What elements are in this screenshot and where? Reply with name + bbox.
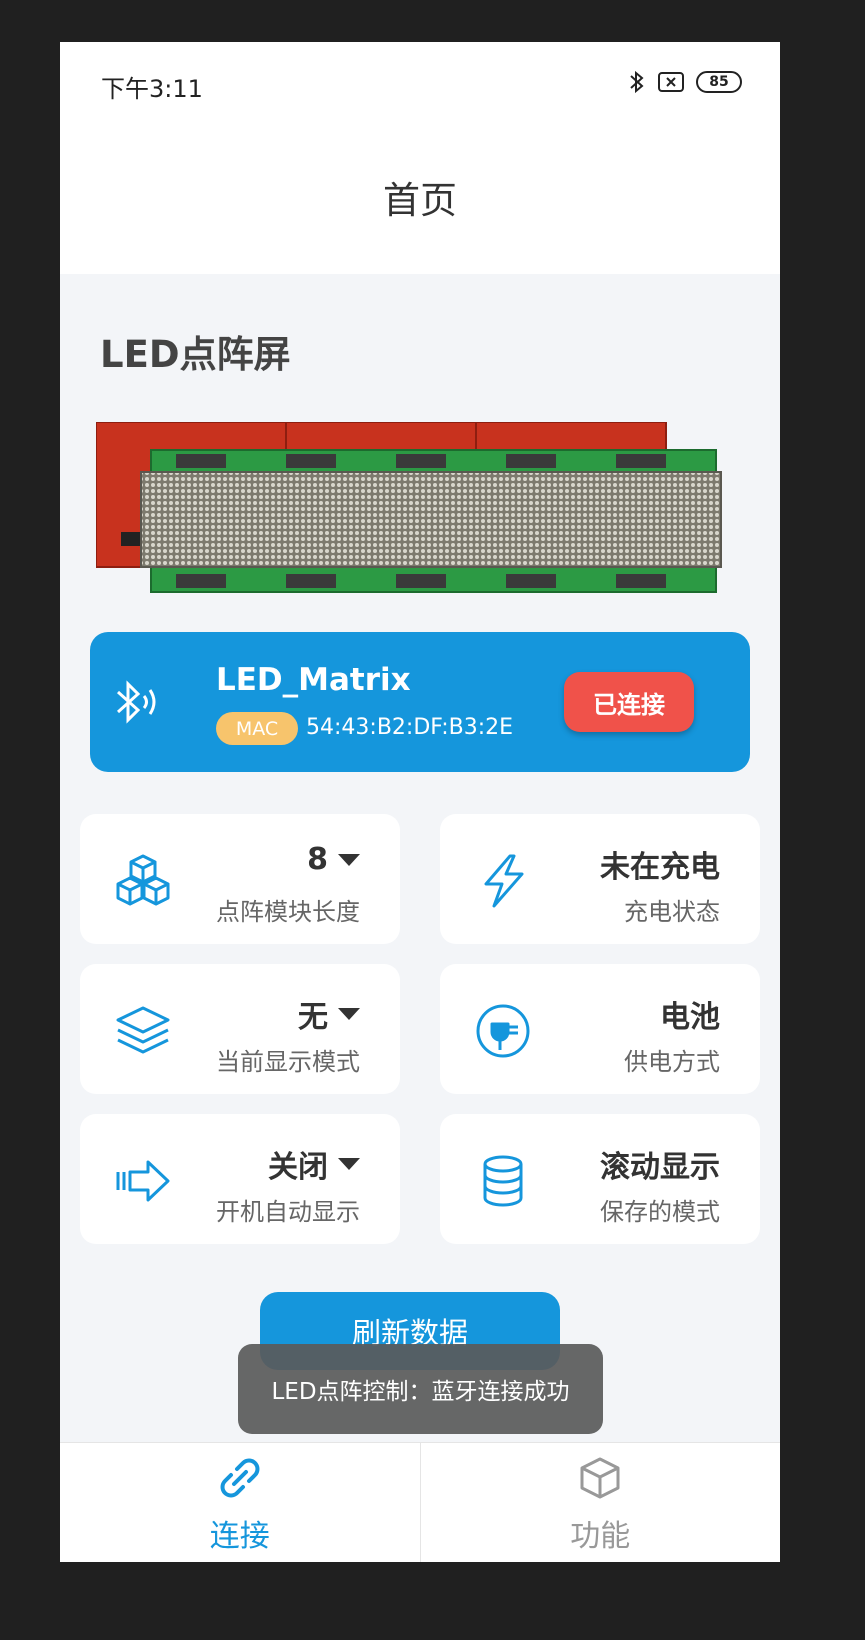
- mac-address: 54:43:B2:DF:B3:2E: [306, 715, 514, 740]
- power-source-card: 电池 供电方式: [440, 964, 760, 1094]
- mac-badge: MAC: [216, 712, 298, 745]
- module-length-value[interactable]: 8: [307, 842, 360, 877]
- autostart-card[interactable]: 关闭 开机自动显示: [80, 1114, 400, 1244]
- autostart-label: 开机自动显示: [216, 1198, 360, 1226]
- power-source-label: 供电方式: [624, 1048, 720, 1076]
- tab-bar: 连接 功能: [60, 1442, 780, 1562]
- led-matrix-image: [95, 421, 746, 622]
- module-length-card[interactable]: 8 点阵模块长度: [80, 814, 400, 944]
- display-mode-text: 无: [298, 1000, 328, 1035]
- bluetooth-signal-icon: [112, 676, 164, 734]
- cubes-icon: [114, 852, 172, 910]
- module-length-label: 点阵模块长度: [216, 898, 360, 926]
- charging-status-value: 未在充电: [600, 842, 720, 886]
- section-title: LED点阵屏: [100, 333, 291, 376]
- layers-icon: [114, 1002, 172, 1060]
- charging-status-label: 充电状态: [624, 898, 720, 926]
- device-card[interactable]: LED_Matrix MAC 54:43:B2:DF:B3:2E 已连接: [90, 632, 750, 772]
- saved-mode-label: 保存的模式: [600, 1198, 720, 1226]
- charging-status-text: 未在充电: [600, 850, 720, 885]
- battery-icon: 85: [696, 71, 742, 93]
- autostart-value[interactable]: 关闭: [268, 1142, 360, 1186]
- device-name: LED_Matrix: [216, 662, 411, 698]
- display-mode-label: 当前显示模式: [216, 1048, 360, 1076]
- chevron-down-icon: [338, 1158, 360, 1170]
- chevron-down-icon: [338, 853, 360, 866]
- status-icons: 85: [628, 70, 742, 94]
- module-length-text: 8: [307, 842, 328, 877]
- tab-functions-label: 功能: [570, 1519, 631, 1554]
- charging-status-card: 未在充电 充电状态: [440, 814, 760, 944]
- autostart-text: 关闭: [268, 1150, 328, 1185]
- saved-mode-card: 滚动显示 保存的模式: [440, 1114, 760, 1244]
- link-icon: [217, 1455, 263, 1505]
- power-source-text: 电池: [660, 1000, 720, 1035]
- phone-screen: 下午3:11 85 首页 LED点阵屏 LED_Matrix MAC 54:43…: [60, 42, 780, 1562]
- nav-bar: 首页: [60, 126, 780, 274]
- power-source-value: 电池: [660, 992, 720, 1036]
- saved-mode-text: 滚动显示: [600, 1150, 720, 1185]
- database-icon: [474, 1152, 532, 1210]
- no-sim-icon: [658, 72, 684, 92]
- arrow-right-icon: [114, 1152, 172, 1210]
- display-mode-value[interactable]: 无: [298, 992, 360, 1036]
- toast-message: LED点阵控制：蓝牙连接成功: [238, 1344, 603, 1434]
- tab-functions[interactable]: 功能: [419, 1443, 781, 1562]
- page-title: 首页: [383, 179, 457, 222]
- tab-connect-label: 连接: [209, 1519, 270, 1554]
- cube-icon: [577, 1455, 623, 1505]
- tab-connect[interactable]: 连接: [60, 1443, 420, 1562]
- lightning-icon: [474, 852, 532, 910]
- plug-icon: [474, 1002, 532, 1060]
- saved-mode-value: 滚动显示: [600, 1142, 720, 1186]
- status-time: 下午3:11: [101, 75, 203, 103]
- connected-button[interactable]: 已连接: [564, 672, 694, 732]
- display-mode-card[interactable]: 无 当前显示模式: [80, 964, 400, 1094]
- status-bar: 下午3:11 85: [60, 42, 780, 126]
- bluetooth-icon: [628, 70, 646, 94]
- chevron-down-icon: [338, 1008, 360, 1020]
